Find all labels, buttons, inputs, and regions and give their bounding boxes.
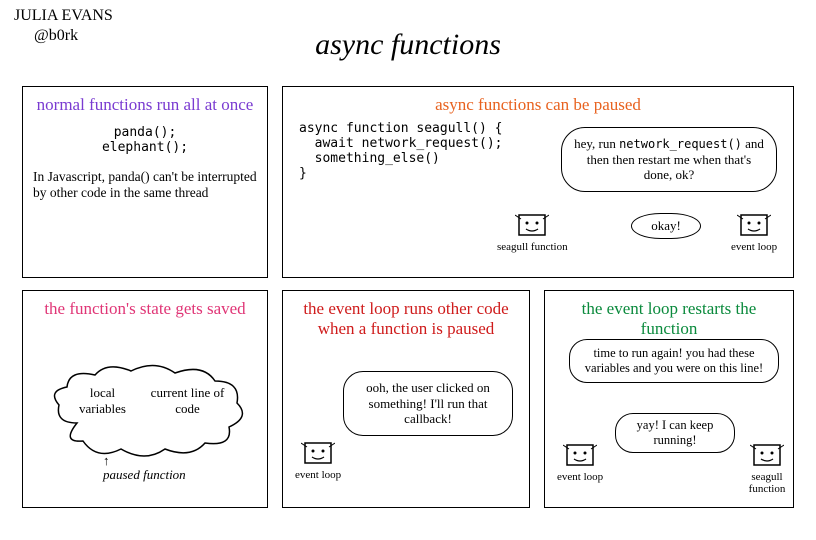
char-label: seagull function (741, 471, 793, 495)
smiley-box-icon (515, 209, 549, 239)
panel-eventloop-runs: the event loop runs other code when a fu… (282, 290, 530, 508)
smiley-box-icon (750, 439, 784, 469)
character-eventloop: event loop (557, 439, 603, 483)
panel1-title: normal functions run all at once (33, 95, 257, 115)
panel5-bubble1: time to run again! you had these variabl… (569, 339, 779, 383)
character-eventloop: event loop (295, 437, 341, 481)
panel2-bubble-eventloop: okay! (631, 213, 701, 239)
panel-eventloop-restarts: the event loop restarts the function tim… (544, 290, 794, 508)
cloud-text-left: local variables (73, 385, 133, 417)
cloud-label: paused function (103, 467, 186, 483)
smiley-box-icon (301, 437, 335, 467)
panel2-title: async functions can be paused (293, 95, 783, 115)
panel-async-paused: async functions can be paused async func… (282, 86, 794, 278)
character-eventloop: event loop (731, 209, 777, 253)
char-label: seagull function (497, 241, 568, 253)
panel4-bubble: ooh, the user clicked on something! I'll… (343, 371, 513, 436)
thought-cloud: local variables current line of code (47, 363, 247, 453)
char-label: event loop (295, 469, 341, 481)
panel4-title: the event loop runs other code when a fu… (293, 299, 519, 338)
cloud-text-right: current line of code (148, 385, 228, 417)
character-seagull: seagull function (497, 209, 568, 253)
char-label: event loop (731, 241, 777, 253)
smiley-box-icon (737, 209, 771, 239)
panel2-bubble-seagull: hey, run network_request() and then then… (561, 127, 777, 192)
panel1-code: panda(); elephant(); (33, 125, 257, 155)
panel-state-saved: the function's state gets saved local va… (22, 290, 268, 508)
main-title: async functions (0, 28, 816, 62)
author-name: JULIA EVANS (14, 7, 113, 24)
panel1-body: In Javascript, panda() can't be interrup… (33, 169, 257, 203)
panel3-title: the function's state gets saved (33, 299, 257, 319)
panel5-bubble2: yay! I can keep running! (615, 413, 735, 453)
char-label: event loop (557, 471, 603, 483)
smiley-box-icon (563, 439, 597, 469)
panel-normal-functions: normal functions run all at once panda()… (22, 86, 268, 278)
character-seagull: seagull function (741, 439, 793, 495)
panel5-title: the event loop restarts the function (555, 299, 783, 338)
